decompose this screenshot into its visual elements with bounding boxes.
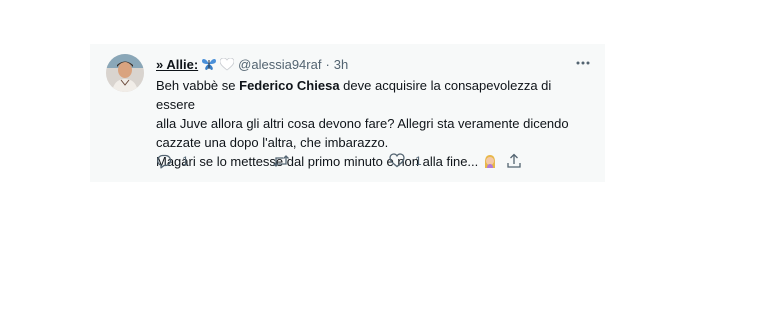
- more-dots-icon[interactable]: [573, 56, 593, 70]
- tweet-timestamp[interactable]: 3h: [334, 57, 348, 72]
- reply-icon: [157, 154, 172, 169]
- mention-federico-chiesa: Federico Chiesa: [239, 78, 340, 93]
- tweet-text-line: alla Juve allora gli altri cosa devono f…: [156, 116, 569, 131]
- butterfly-emoji-icon: [201, 57, 217, 71]
- reply-count: 1: [182, 154, 189, 168]
- user-handle[interactable]: @alessia94raf: [238, 57, 321, 72]
- tweet-actions: 1 1: [156, 153, 526, 173]
- tweet-card[interactable]: » Allie: @alessia94raf · 3h Beh vabbè se…: [90, 44, 605, 182]
- avatar[interactable]: [106, 54, 144, 92]
- reply-button[interactable]: 1: [156, 153, 189, 169]
- like-count: 1: [415, 153, 422, 168]
- tweet-text-line: Beh vabbè se Federico Chiesa deve acquis…: [156, 78, 552, 112]
- retweet-button[interactable]: [272, 153, 300, 169]
- retweet-icon: [273, 155, 289, 167]
- separator-dot: ·: [325, 56, 330, 72]
- like-button[interactable]: 1: [389, 153, 422, 168]
- share-icon: [507, 153, 521, 168]
- share-button[interactable]: [506, 153, 522, 169]
- avatar-image: [106, 54, 144, 92]
- display-name[interactable]: » Allie:: [156, 57, 198, 72]
- tweet-header: » Allie: @alessia94raf · 3h: [156, 54, 348, 74]
- tweet-text-line: cazzate una dopo l'altra, che imbarazzo.: [156, 135, 389, 150]
- white-heart-icon: [220, 57, 235, 71]
- heart-icon: [389, 153, 405, 168]
